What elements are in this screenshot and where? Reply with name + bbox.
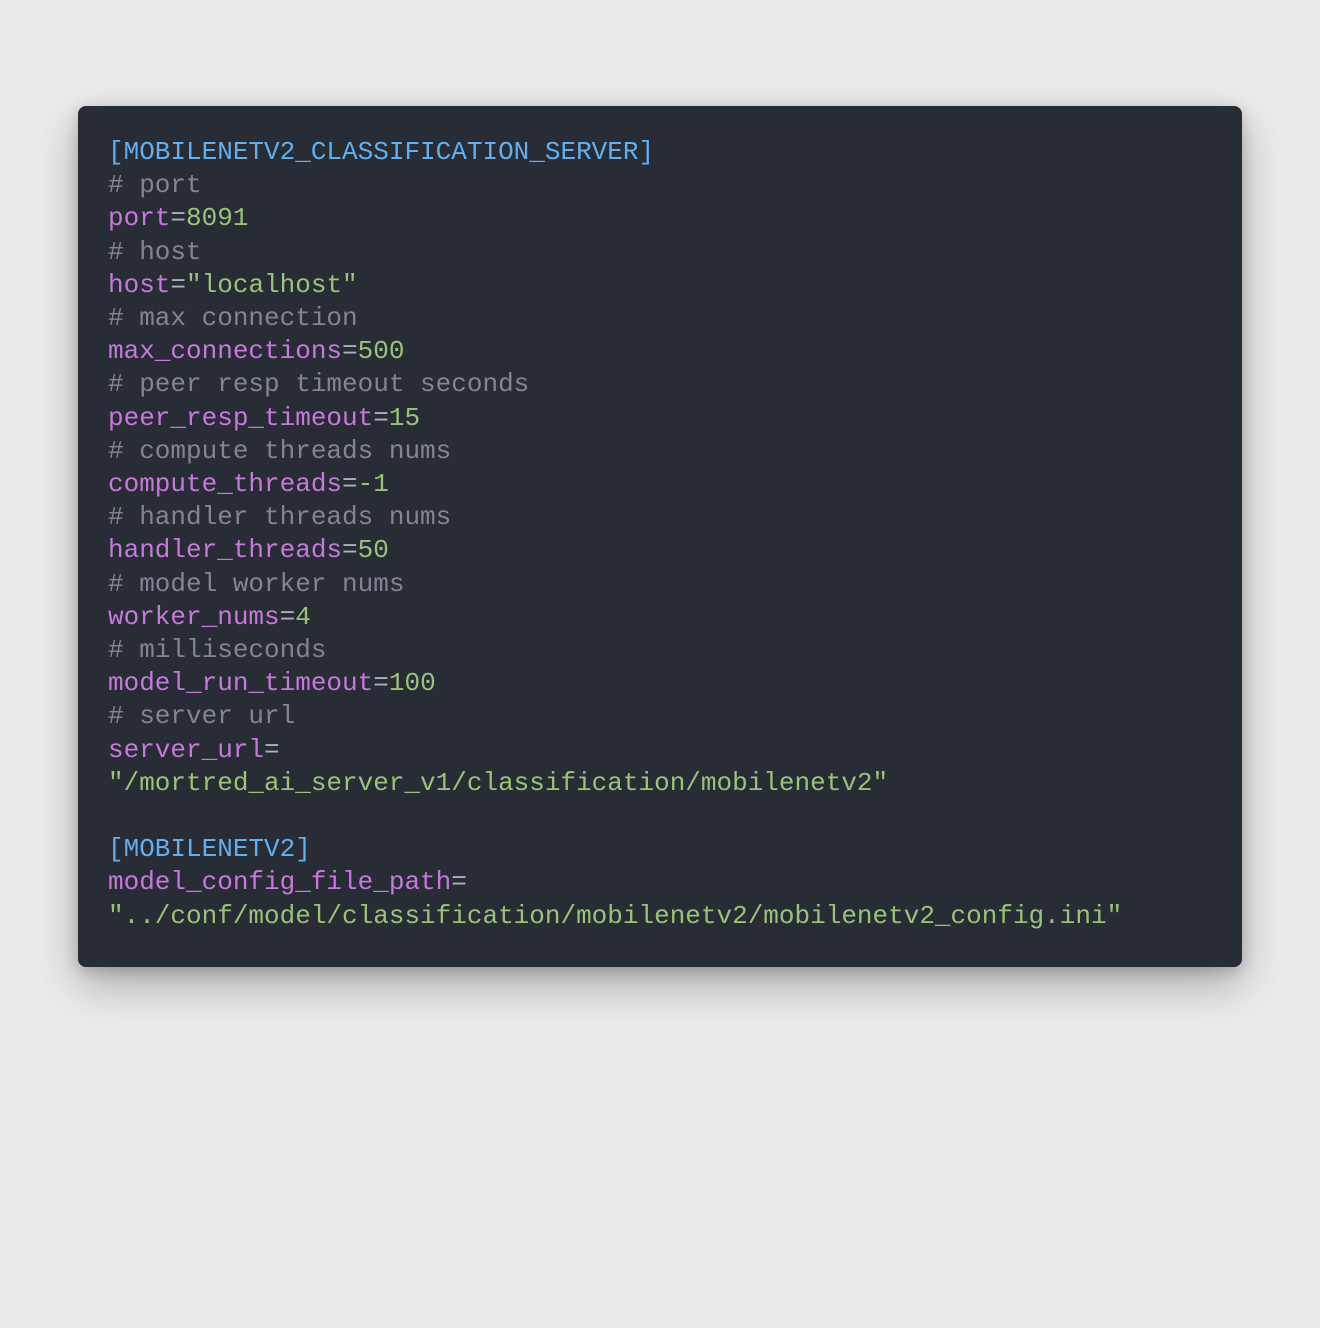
ini-comment: # server url [108,701,295,731]
ini-comment: # handler threads nums [108,502,451,532]
ini-comment: # port [108,170,202,200]
ini-key: max_connections [108,336,342,366]
ini-key: model_config_file_path [108,867,451,897]
ini-equals: = [170,270,186,300]
ini-value: 50 [358,535,389,565]
ini-value: "/mortred_ai_server_v1/classification/mo… [108,768,888,798]
ini-equals: = [280,602,296,632]
ini-comment: # compute threads nums [108,436,451,466]
ini-equals: = [373,668,389,698]
ini-key: port [108,203,170,233]
code-card: [MOBILENETV2_CLASSIFICATION_SERVER] # po… [78,106,1242,967]
ini-value: 15 [389,403,420,433]
ini-comment: # host [108,237,202,267]
ini-value: -1 [358,469,389,499]
ini-section-header: [MOBILENETV2_CLASSIFICATION_SERVER] [108,137,654,167]
ini-value: "../conf/model/classification/mobilenetv… [108,901,1122,931]
ini-value: 500 [358,336,405,366]
ini-key: host [108,270,170,300]
ini-key: handler_threads [108,535,342,565]
ini-equals: = [451,867,467,897]
ini-key: model_run_timeout [108,668,373,698]
ini-equals: = [342,336,358,366]
ini-comment: # max connection [108,303,358,333]
ini-code-block[interactable]: [MOBILENETV2_CLASSIFICATION_SERVER] # po… [108,136,1212,933]
ini-equals: = [264,735,280,765]
ini-equals: = [342,469,358,499]
ini-comment: # model worker nums [108,569,404,599]
ini-equals: = [373,403,389,433]
ini-key: compute_threads [108,469,342,499]
ini-key: server_url [108,735,264,765]
ini-value: 8091 [186,203,248,233]
ini-value: "localhost" [186,270,358,300]
ini-section-header: [MOBILENETV2] [108,834,311,864]
ini-equals: = [342,535,358,565]
ini-key: peer_resp_timeout [108,403,373,433]
ini-value: 4 [295,602,311,632]
ini-comment: # peer resp timeout seconds [108,369,529,399]
ini-value: 100 [389,668,436,698]
ini-comment: # milliseconds [108,635,326,665]
ini-equals: = [170,203,186,233]
ini-key: worker_nums [108,602,280,632]
